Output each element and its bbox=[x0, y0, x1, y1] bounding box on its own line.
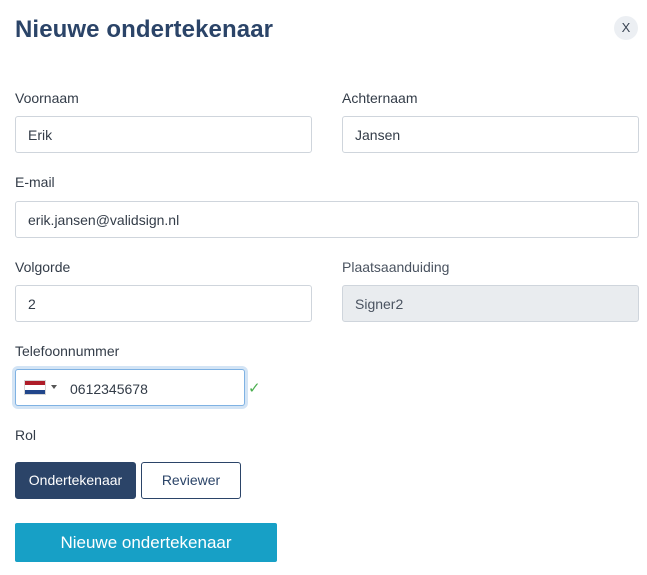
close-button[interactable]: X bbox=[614, 16, 638, 40]
new-signer-submit-button[interactable]: Nieuwe ondertekenaar bbox=[15, 523, 277, 562]
role-label: Rol bbox=[15, 427, 37, 443]
country-select[interactable] bbox=[24, 380, 62, 396]
last-name-input[interactable] bbox=[342, 116, 639, 153]
email-label: E-mail bbox=[15, 174, 55, 190]
email-input[interactable] bbox=[15, 201, 639, 238]
last-name-label: Achternaam bbox=[342, 90, 418, 106]
order-label: Volgorde bbox=[15, 259, 71, 275]
phone-field bbox=[15, 369, 245, 406]
placeholder-label: Plaatsaanduiding bbox=[342, 259, 450, 275]
first-name-input[interactable] bbox=[15, 116, 312, 153]
dialog-title: Nieuwe ondertekenaar bbox=[15, 16, 274, 43]
phone-label: Telefoonnummer bbox=[15, 343, 120, 359]
role-signer-button[interactable]: Ondertekenaar bbox=[15, 462, 136, 499]
valid-check-icon: ✓ bbox=[248, 380, 261, 397]
role-reviewer-button[interactable]: Reviewer bbox=[141, 462, 241, 499]
first-name-label: Voornaam bbox=[15, 90, 79, 106]
order-input[interactable] bbox=[15, 285, 312, 322]
netherlands-flag-icon bbox=[24, 380, 46, 395]
placeholder-input bbox=[342, 285, 639, 322]
caret-down-icon bbox=[51, 385, 57, 389]
phone-input[interactable] bbox=[68, 371, 242, 406]
